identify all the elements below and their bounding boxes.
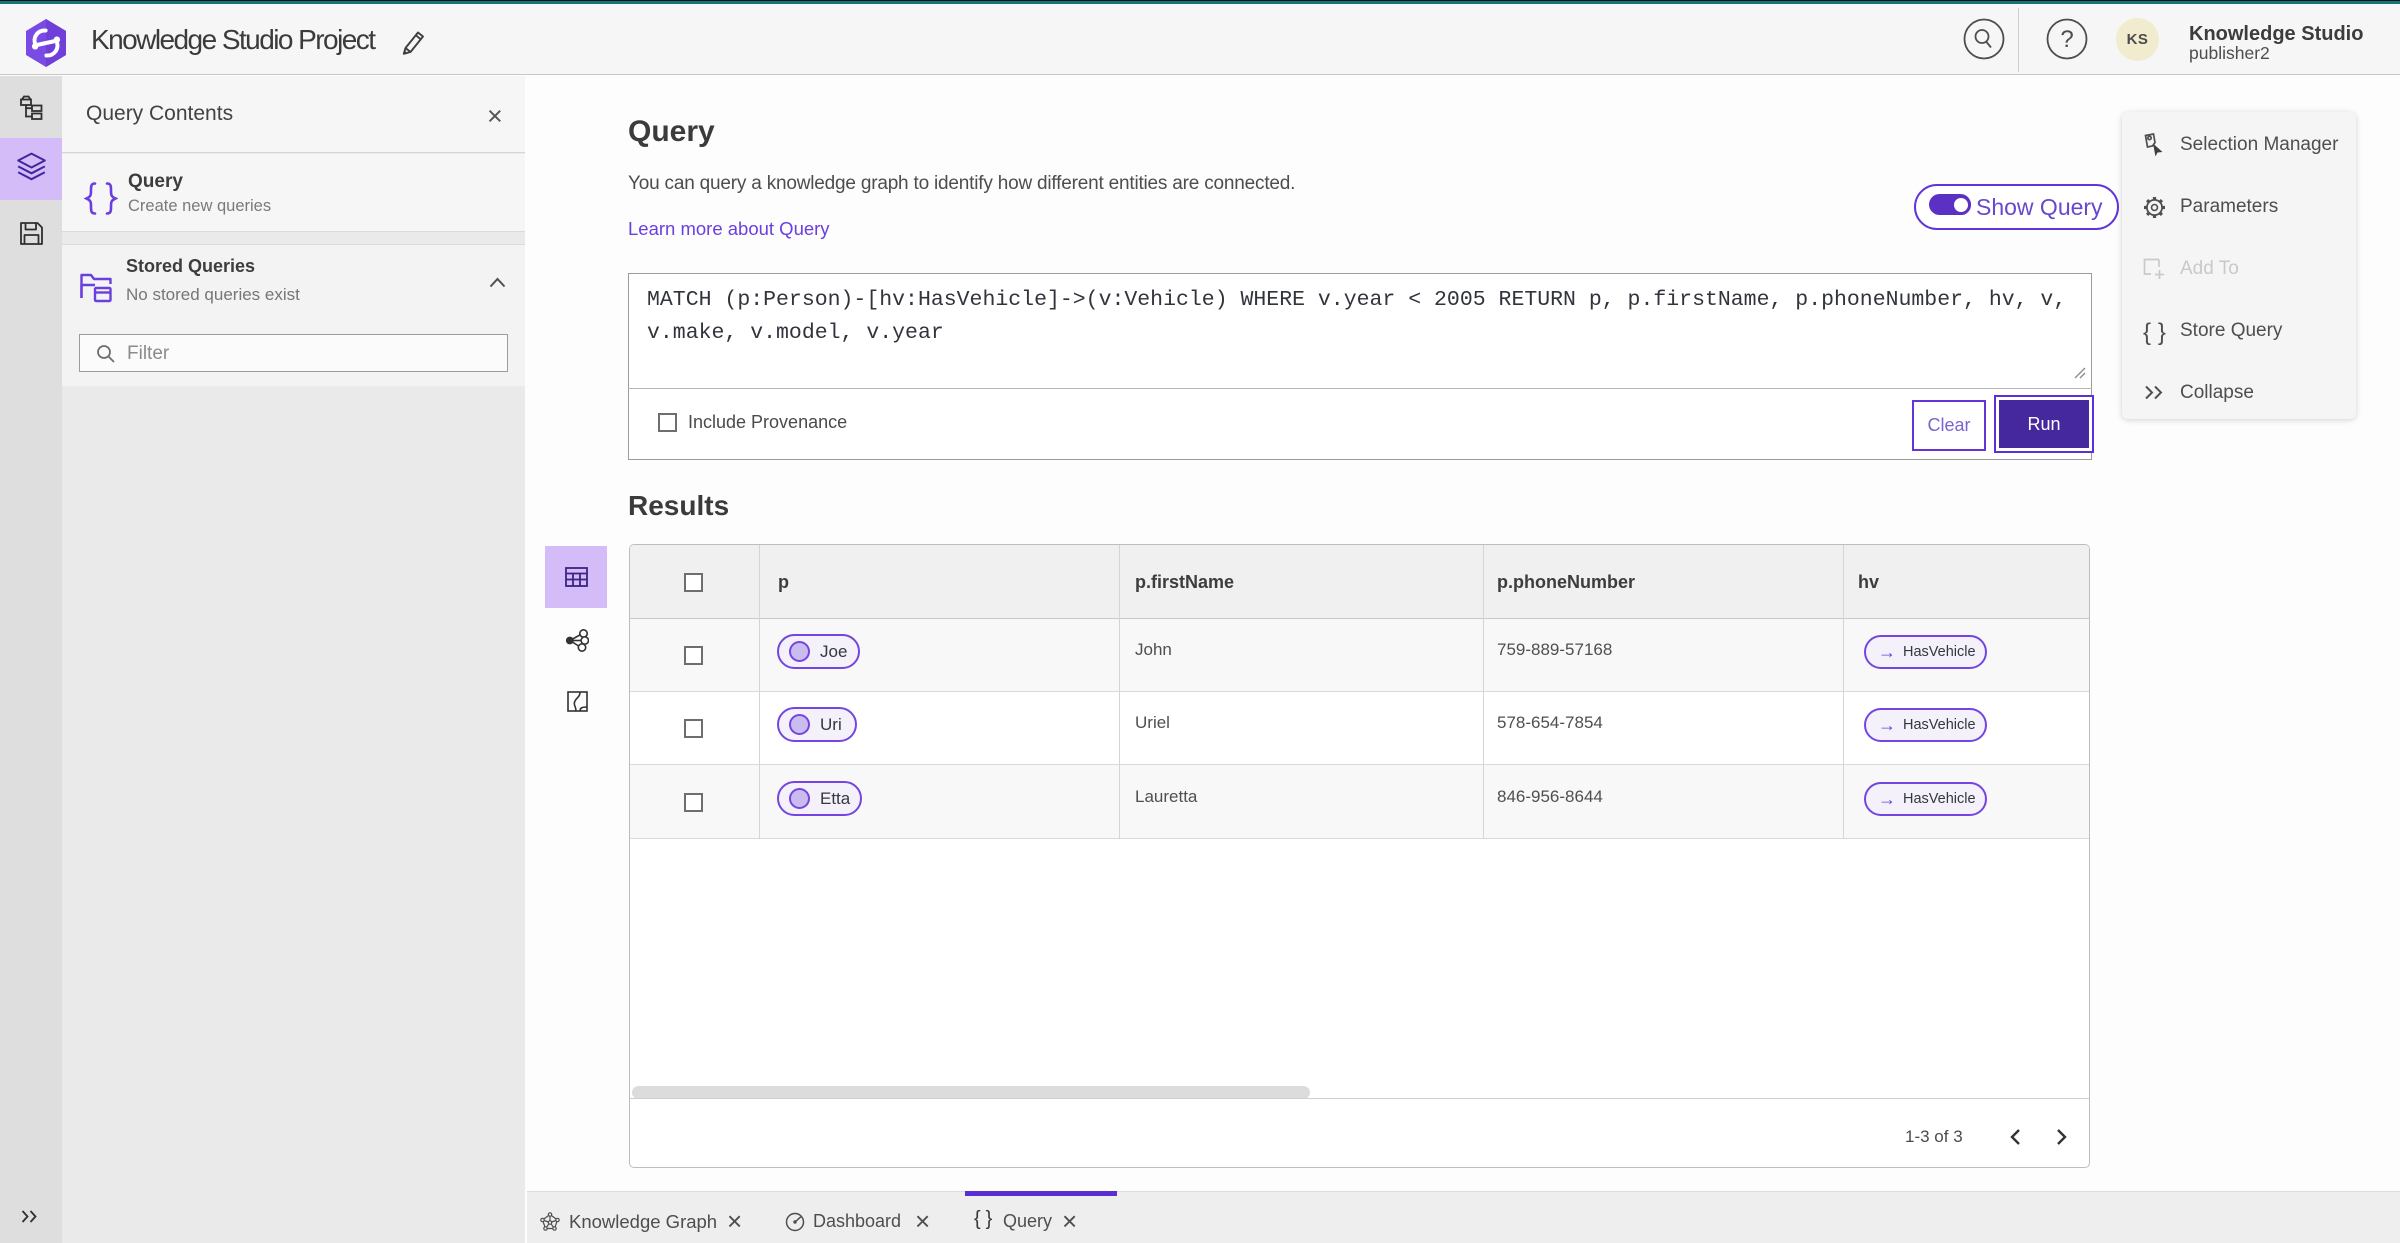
svg-text:?: ? [2060, 26, 2073, 53]
